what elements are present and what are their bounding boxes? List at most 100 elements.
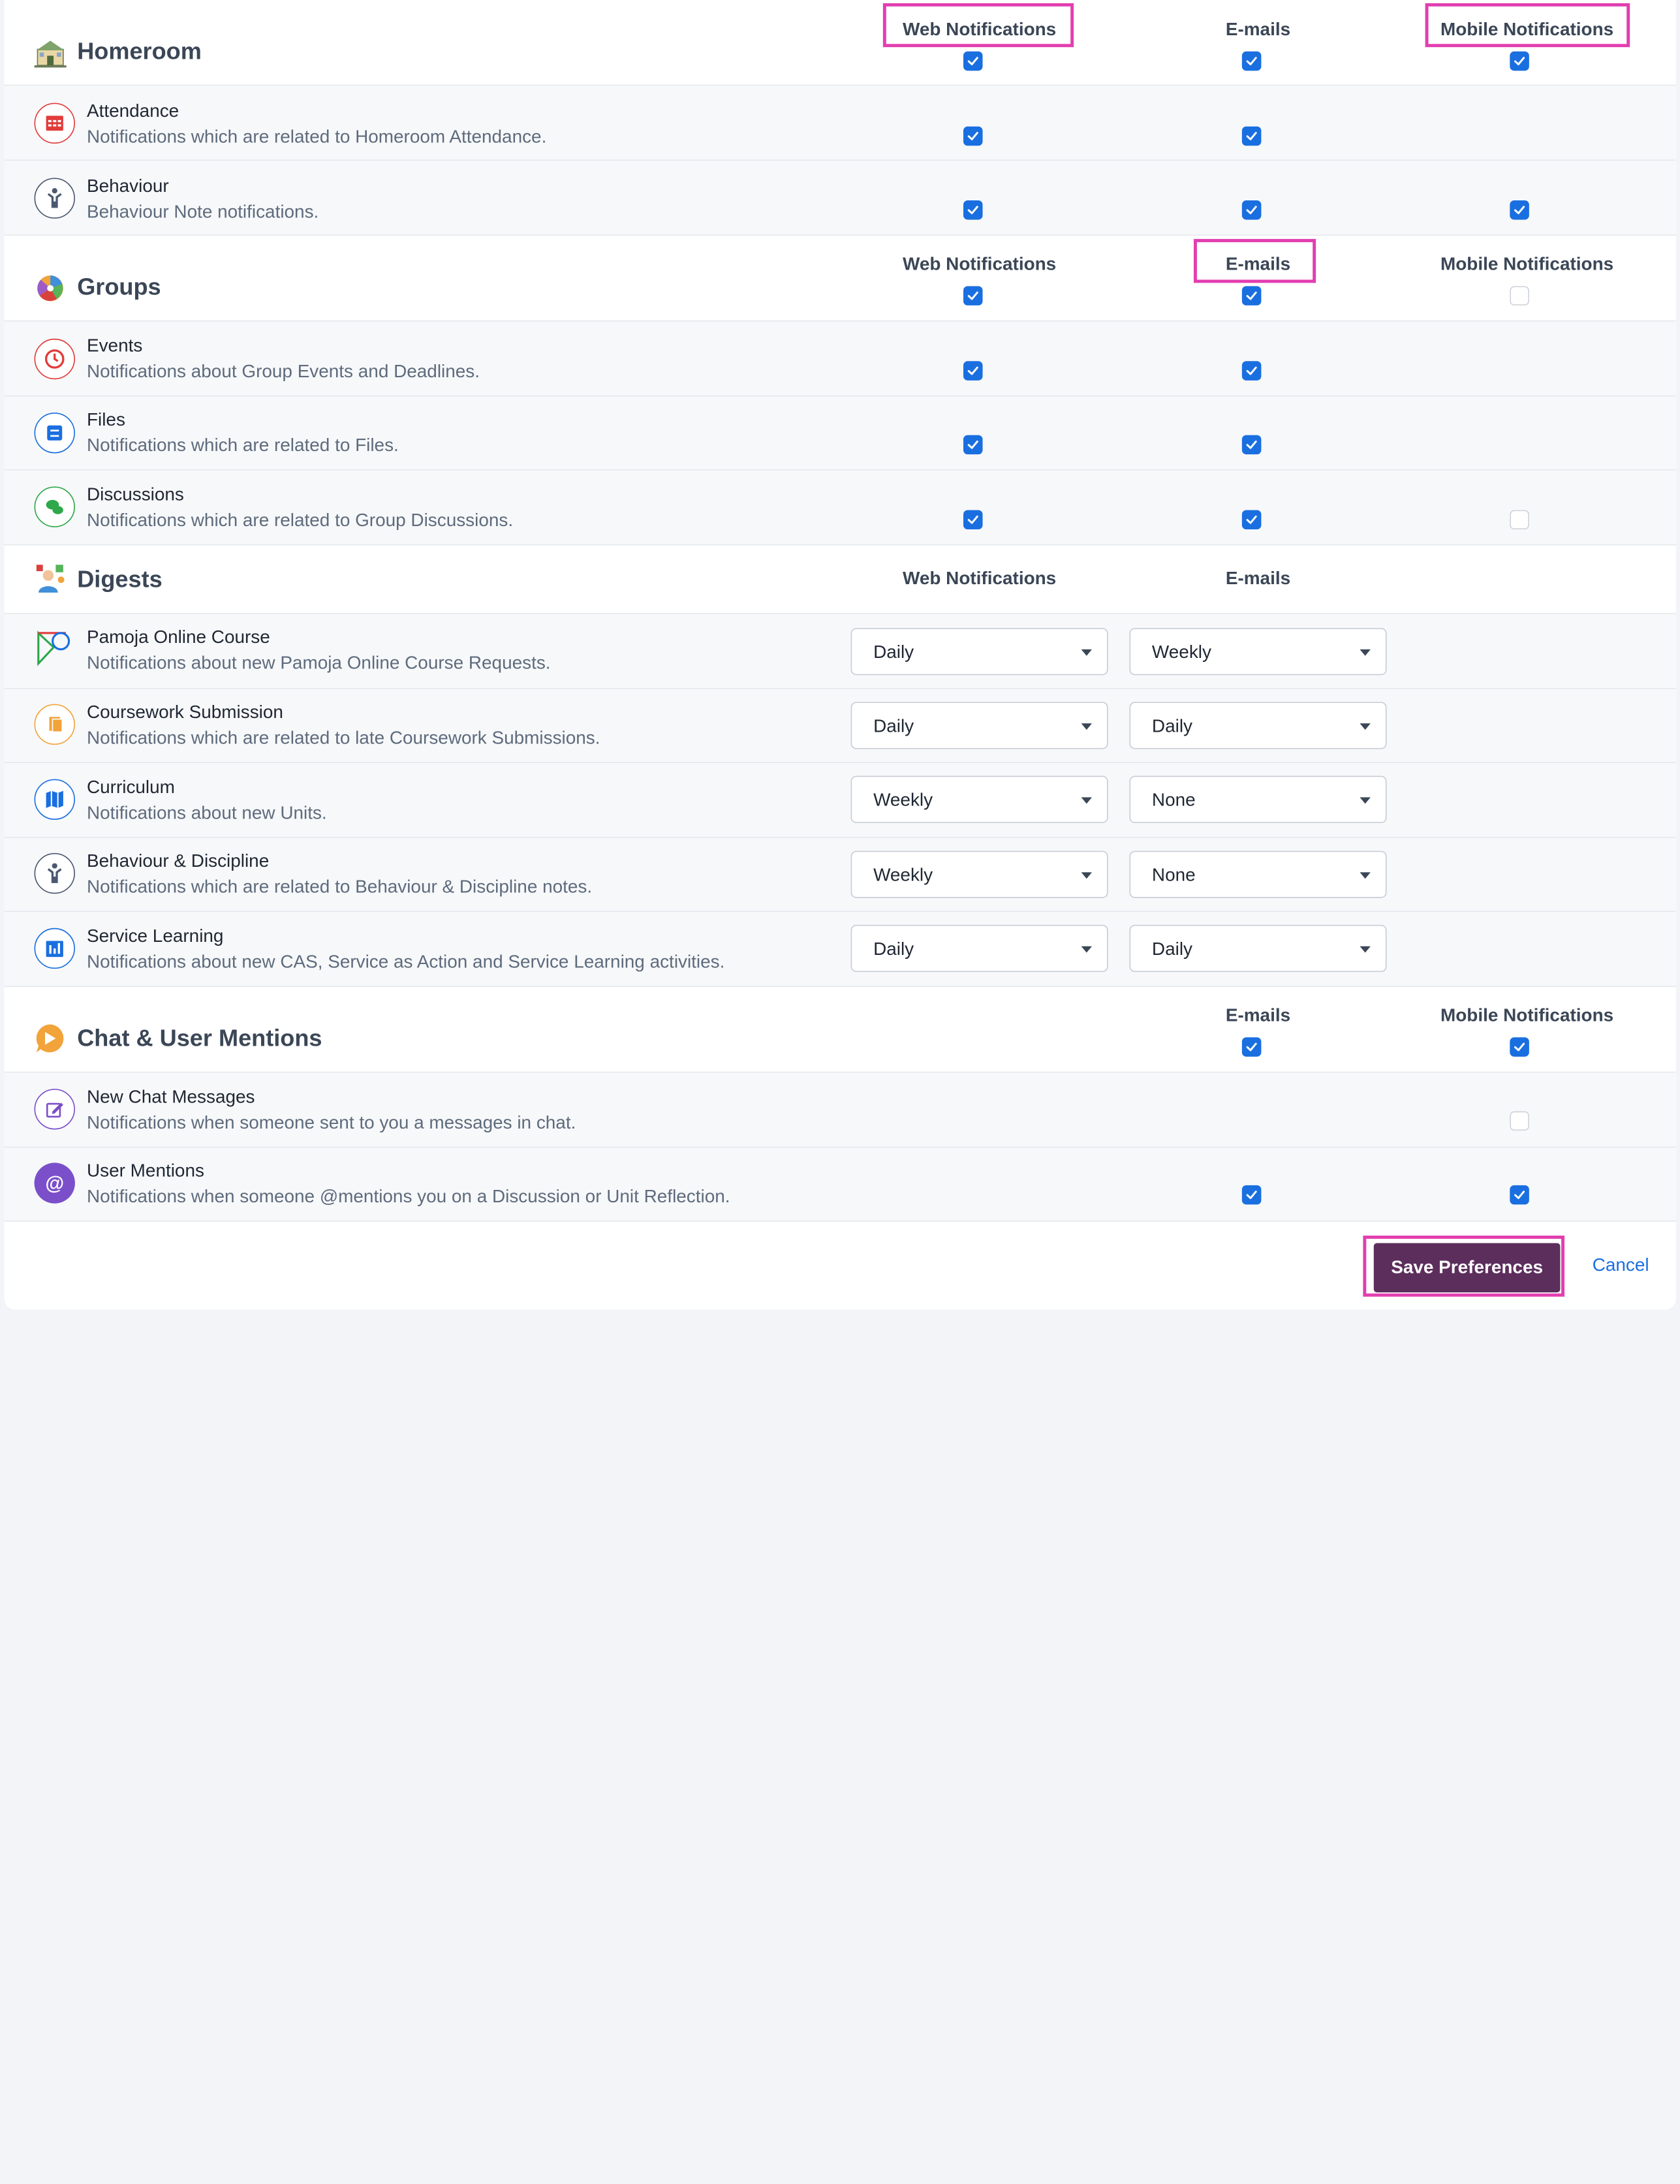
groups-all-email-checkbox[interactable] (1241, 286, 1262, 305)
item-title: Behaviour (86, 176, 169, 196)
groups-icon (37, 275, 63, 302)
row-discussions: Discussions Notifications which are rela… (4, 470, 1676, 546)
attendance-calendar-icon (34, 102, 75, 144)
col-label-web: Web Notifications (903, 568, 1057, 589)
svg-text:@: @ (45, 1172, 64, 1194)
col-label-web: Web Notifications (903, 254, 1057, 275)
edit-pencil-icon (34, 1089, 75, 1130)
discussions-web-checkbox[interactable] (963, 510, 983, 530)
row-behaviour: Behaviour Behaviour Note notifications. (4, 161, 1676, 236)
select-value: None (1151, 864, 1196, 886)
section-title-digests: Digests (77, 565, 163, 593)
events-email-checkbox[interactable] (1241, 361, 1262, 381)
item-title: Discussions (86, 484, 184, 505)
files-web-checkbox[interactable] (963, 435, 983, 455)
check-icon (1246, 206, 1257, 215)
service-learning-web-select[interactable]: Daily (850, 924, 1108, 973)
new-chat-mobile-checkbox[interactable] (1510, 1111, 1529, 1131)
coursework-web-select[interactable]: Daily (850, 702, 1108, 749)
col-label-email: E-mails (1225, 254, 1291, 275)
chat-all-email-checkbox[interactable] (1241, 1037, 1262, 1057)
select-value: Daily (1151, 939, 1192, 959)
coursework-email-select[interactable]: Daily (1129, 702, 1387, 749)
discussions-mobile-checkbox[interactable] (1510, 510, 1529, 530)
behaviour-discipline-web-select[interactable]: Weekly (850, 850, 1108, 898)
curriculum-email-select[interactable]: None (1129, 775, 1387, 823)
col-label-email: E-mails (1225, 568, 1291, 589)
person-icon (34, 178, 75, 219)
item-description: Notifications which are related to late … (86, 727, 600, 748)
caret-down-icon (1081, 946, 1092, 953)
pamoja-web-select[interactable]: Daily (850, 628, 1108, 676)
item-title: Attendance (86, 101, 179, 121)
row-new-chat-messages: New Chat Messages Notifications when som… (4, 1072, 1676, 1148)
select-value: Weekly (1151, 642, 1211, 663)
item-title: New Chat Messages (86, 1086, 255, 1107)
item-title: Behaviour & Discipline (86, 850, 270, 871)
item-description: Notifications which are related to Homer… (86, 126, 547, 147)
caret-down-icon (1360, 649, 1371, 656)
check-icon (1514, 57, 1525, 65)
row-files: Files Notifications which are related to… (4, 396, 1676, 471)
section-digests: Digests Web Notifications E-mails (4, 545, 1676, 614)
select-value: Daily (873, 715, 914, 736)
check-icon (967, 366, 978, 375)
groups-all-web-checkbox[interactable] (963, 286, 983, 305)
user-mentions-mobile-checkbox[interactable] (1510, 1185, 1529, 1205)
section-groups: Groups Web Notifications E-mails Mobile … (4, 236, 1676, 322)
chat-logo-icon (36, 1024, 64, 1053)
attendance-email-checkbox[interactable] (1241, 126, 1262, 146)
notification-preferences-card: Homeroom Web Notifications E-mails Mobil… (4, 0, 1676, 1310)
behaviour-mobile-checkbox[interactable] (1510, 200, 1529, 220)
item-description: Notifications which are related to Files… (86, 435, 399, 456)
behaviour-web-checkbox[interactable] (963, 200, 983, 220)
check-icon (1246, 57, 1257, 65)
behaviour-email-checkbox[interactable] (1241, 200, 1262, 220)
item-description: Notifications about new Units. (86, 802, 327, 823)
caret-down-icon (1081, 797, 1092, 804)
item-description: Notifications which are related to Behav… (86, 876, 593, 897)
row-attendance: Attendance Notifications which are relat… (4, 86, 1676, 161)
row-pamoja-online-course: Pamoja Online Course Notifications about… (4, 614, 1676, 689)
groups-all-mobile-checkbox[interactable] (1510, 286, 1529, 305)
item-description: Notifications about new CAS, Service as … (86, 951, 725, 973)
item-title: Pamoja Online Course (86, 627, 270, 647)
homeroom-all-mobile-checkbox[interactable] (1510, 51, 1529, 71)
check-icon (967, 132, 978, 140)
chat-bubbles-icon (34, 486, 75, 527)
item-description: Notifications when someone @mentions you… (86, 1186, 730, 1207)
pamoja-email-select[interactable]: Weekly (1129, 628, 1387, 676)
check-icon (1246, 515, 1257, 524)
behaviour-discipline-email-select[interactable]: None (1129, 850, 1387, 898)
service-learning-email-select[interactable]: Daily (1129, 924, 1387, 973)
file-box-icon (34, 413, 75, 454)
caret-down-icon (1081, 649, 1092, 656)
select-value: Daily (873, 642, 914, 663)
homeroom-all-email-checkbox[interactable] (1241, 51, 1262, 71)
select-value: Weekly (873, 864, 933, 886)
item-title: Coursework Submission (86, 702, 283, 723)
curriculum-web-select[interactable]: Weekly (850, 775, 1108, 823)
section-title-homeroom: Homeroom (77, 37, 202, 65)
events-web-checkbox[interactable] (963, 361, 983, 381)
homeroom-all-web-checkbox[interactable] (963, 51, 983, 71)
discussions-email-checkbox[interactable] (1241, 510, 1262, 530)
map-icon (34, 779, 75, 820)
check-icon (1246, 291, 1257, 300)
files-email-checkbox[interactable] (1241, 435, 1262, 455)
item-description: Notifications about Group Events and Dea… (86, 361, 480, 382)
caret-down-icon (1360, 946, 1371, 953)
cancel-link[interactable]: Cancel (1593, 1255, 1649, 1277)
item-title: Events (86, 335, 143, 356)
attendance-web-checkbox[interactable] (963, 126, 983, 146)
user-mentions-email-checkbox[interactable] (1241, 1185, 1262, 1205)
school-building-icon (34, 40, 67, 68)
caret-down-icon (1081, 723, 1092, 730)
chat-all-mobile-checkbox[interactable] (1510, 1037, 1529, 1057)
service-learning-icon (34, 928, 75, 969)
section-title-groups: Groups (77, 273, 161, 300)
item-title: Files (86, 409, 125, 430)
check-icon (967, 291, 978, 300)
save-preferences-button[interactable]: Save Preferences (1373, 1243, 1561, 1293)
check-icon (1514, 1191, 1525, 1200)
